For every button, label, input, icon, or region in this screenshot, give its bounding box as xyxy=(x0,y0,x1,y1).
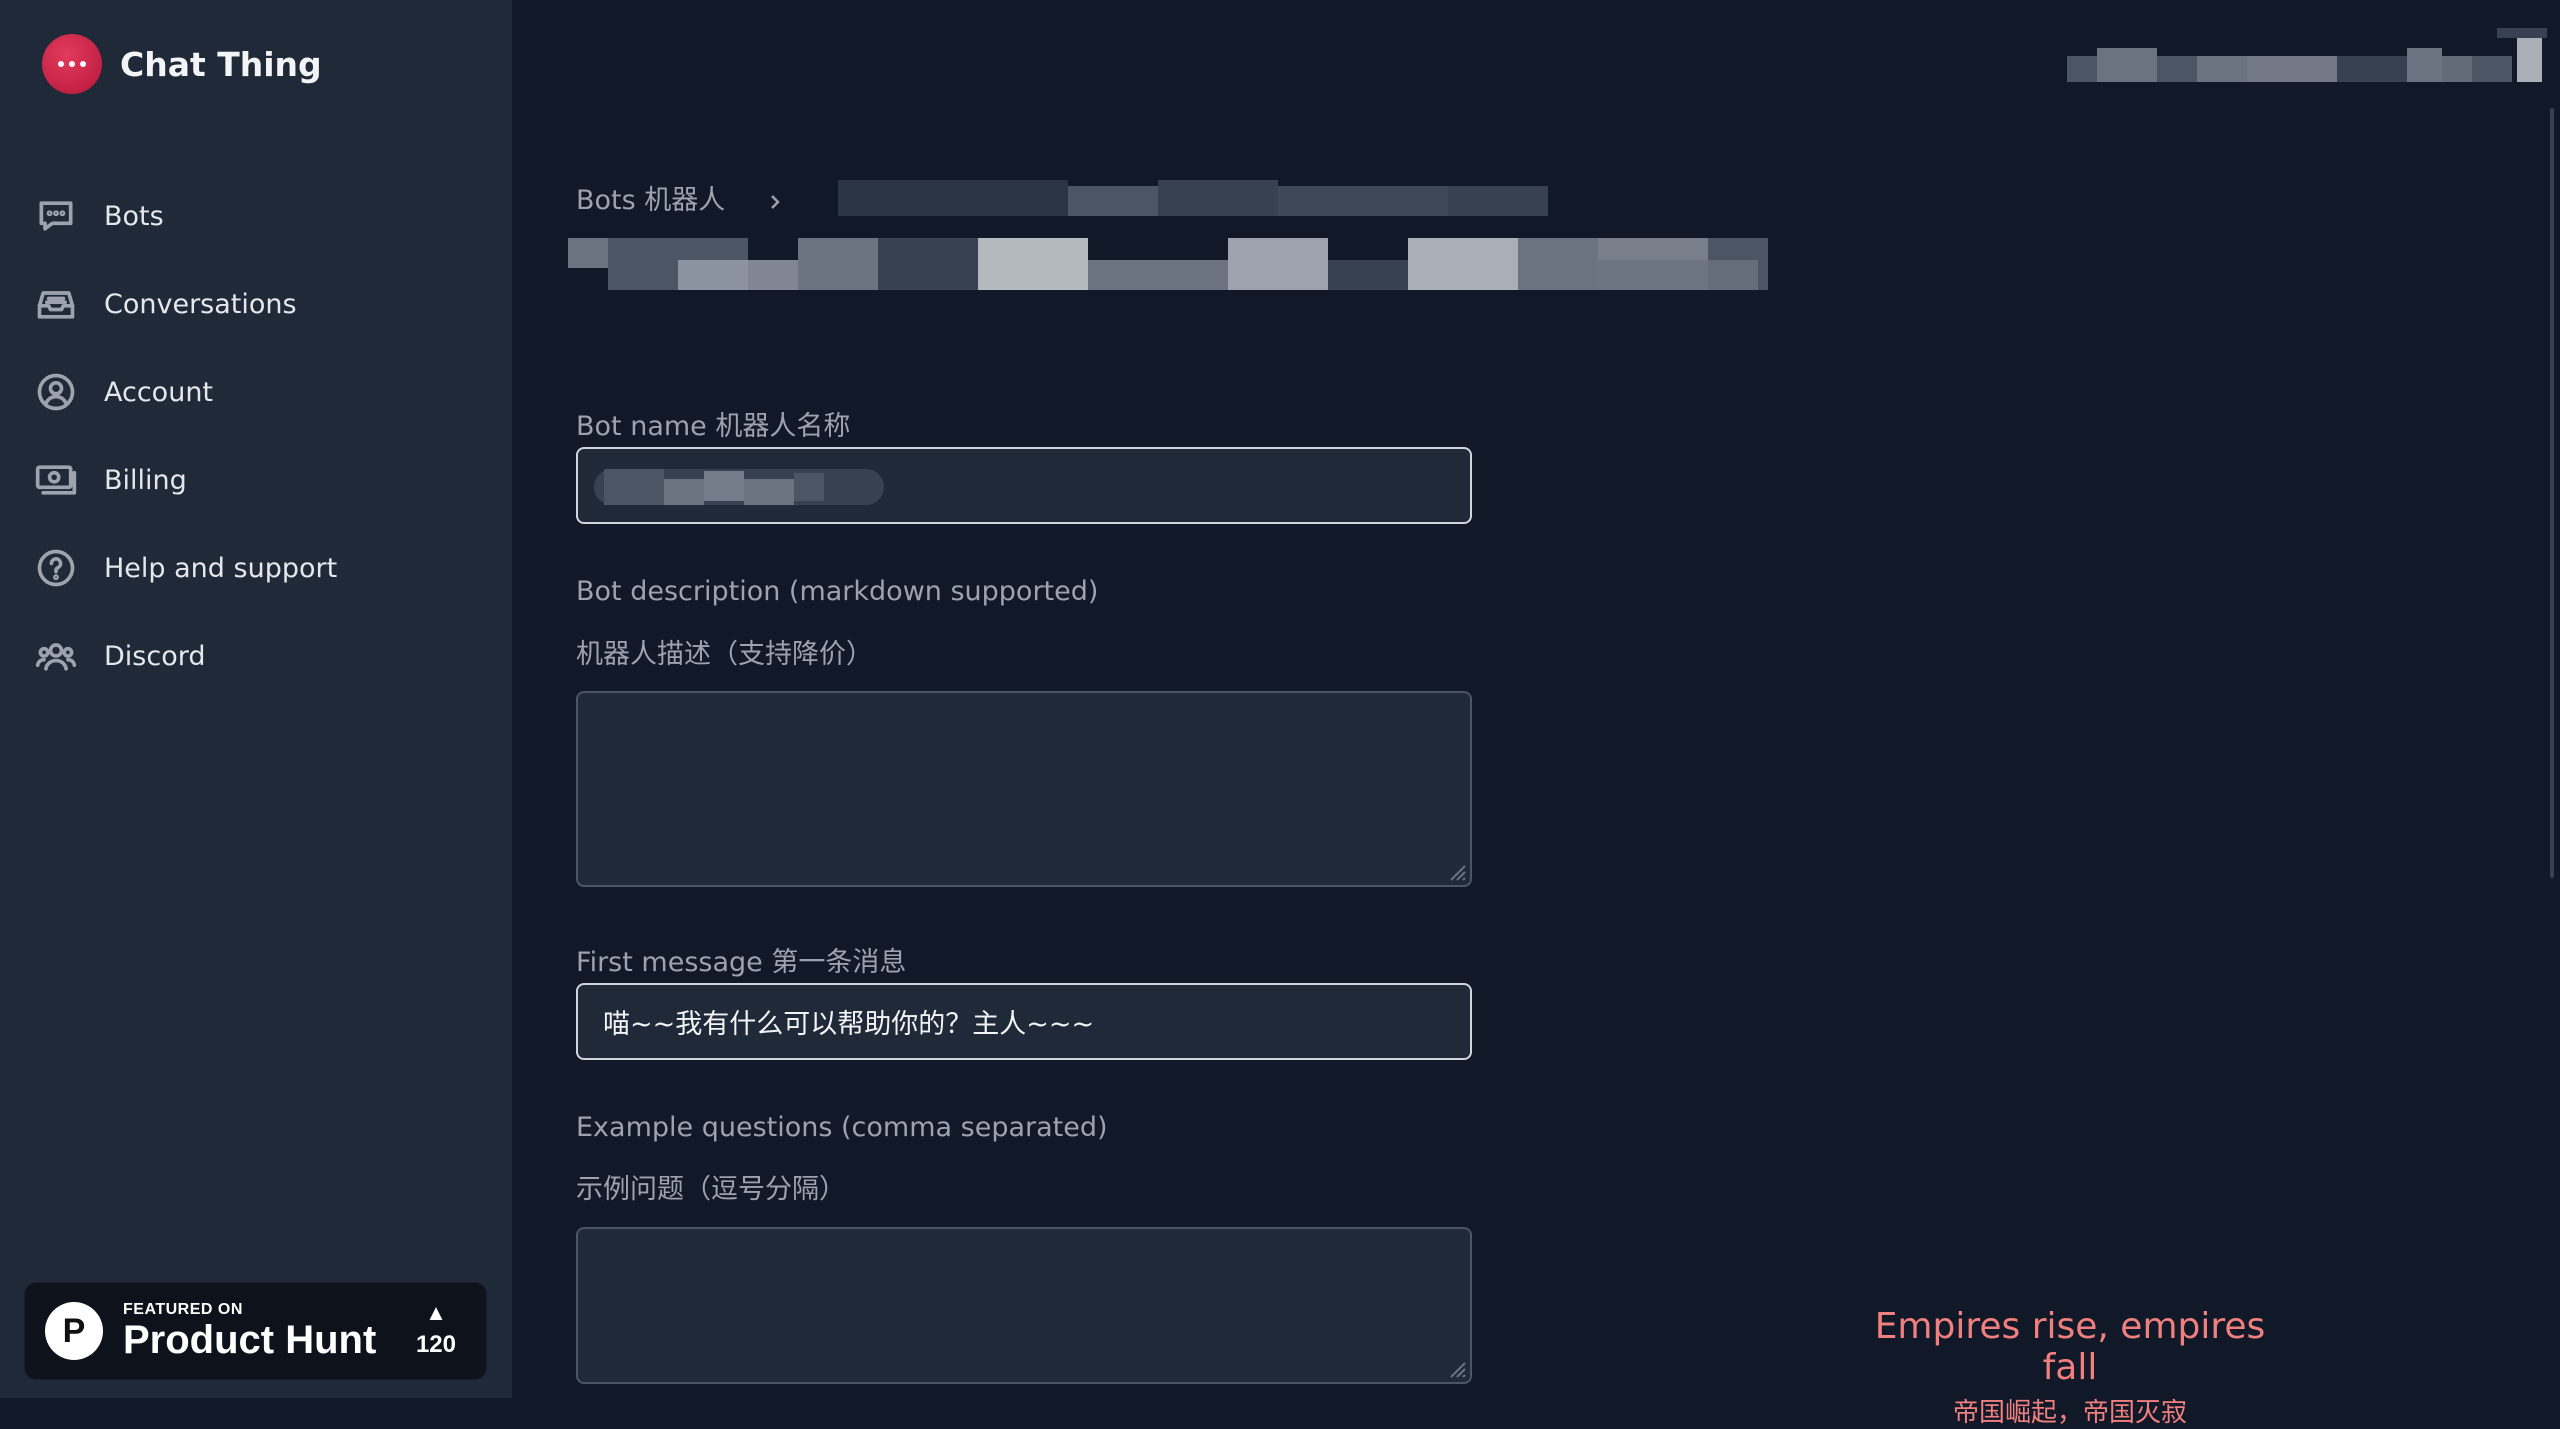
sidebar-item-label: Conversations xyxy=(104,288,297,320)
banknote-icon xyxy=(34,458,78,502)
brand[interactable]: Chat Thing xyxy=(42,34,322,94)
bot-name-label: Bot name 机器人名称 xyxy=(576,411,851,442)
first-message-value: 喵~~我有什么可以帮助你的？主人~~~ xyxy=(603,1009,1095,1040)
sidebar-item-label: Billing xyxy=(104,464,187,496)
ph-votes: ▲ 120 xyxy=(416,1301,456,1359)
product-hunt-logo-icon: P xyxy=(45,1302,103,1360)
sidebar-item-billing[interactable]: Billing xyxy=(34,436,337,524)
sidebar-item-help[interactable]: Help and support xyxy=(34,524,337,612)
sidebar-item-label: Account xyxy=(104,376,214,408)
product-hunt-text: FEATURED ON Product Hunt xyxy=(123,1301,376,1361)
resize-handle-icon[interactable] xyxy=(1441,1353,1467,1379)
first-message-input[interactable]: 喵~~我有什么可以帮助你的？主人~~~ xyxy=(576,983,1472,1060)
description-textarea[interactable] xyxy=(576,691,1472,887)
upvote-arrow-icon: ▲ xyxy=(425,1300,447,1325)
description-label: Bot description (markdown supported) xyxy=(576,576,1099,607)
sidebar-item-account[interactable]: Account xyxy=(34,348,337,436)
sidebar-item-label: Bots xyxy=(104,200,164,232)
example-questions-label: Example questions (comma separated) xyxy=(576,1112,1108,1143)
watermark-en: Empires rise, empires fall xyxy=(1874,1306,2266,1388)
question-circle-icon xyxy=(34,546,78,590)
example-questions-label-cn: 示例问题（逗号分隔） xyxy=(576,1174,846,1205)
inbox-icon xyxy=(34,282,78,326)
description-label-cn: 机器人描述（支持降价） xyxy=(576,639,873,670)
users-group-icon xyxy=(34,634,78,678)
ph-featured-label: FEATURED ON xyxy=(123,1301,243,1318)
scrollbar[interactable] xyxy=(2550,108,2554,878)
chat-icon xyxy=(34,194,78,238)
sidebar-item-label: Help and support xyxy=(104,552,338,584)
main-content: Bots 机器人 Bot name 机器人名称 Bot description … xyxy=(512,0,2560,1398)
user-circle-icon xyxy=(34,370,78,414)
first-message-label: First message 第一条消息 xyxy=(576,947,907,978)
redacted-page-title xyxy=(568,160,1768,320)
sidebar: Chat Thing Bots Conversations Account Bi… xyxy=(0,0,512,1398)
product-hunt-badge[interactable]: P FEATURED ON Product Hunt ▲ 120 xyxy=(24,1282,487,1380)
example-questions-textarea[interactable] xyxy=(576,1227,1472,1384)
sidebar-item-conversations[interactable]: Conversations xyxy=(34,260,337,348)
redacted-bot-name xyxy=(594,461,884,513)
sidebar-nav: Bots Conversations Account Billing Help … xyxy=(34,172,337,700)
redacted-user-menu[interactable] xyxy=(2067,28,2557,86)
ph-name: Product Hunt xyxy=(123,1318,377,1362)
brand-name: Chat Thing xyxy=(120,44,322,84)
resize-handle-icon[interactable] xyxy=(1441,856,1467,882)
sidebar-item-bots[interactable]: Bots xyxy=(34,172,337,260)
sidebar-item-label: Discord xyxy=(104,640,206,672)
ph-vote-count: 120 xyxy=(415,1331,456,1358)
watermark-caption: Empires rise, empires fall 帝国崛起，帝国灭寂 xyxy=(1870,1306,2270,1429)
sidebar-item-discord[interactable]: Discord xyxy=(34,612,337,700)
bot-name-input[interactable] xyxy=(576,447,1472,524)
chat-bubble-icon xyxy=(42,34,102,94)
